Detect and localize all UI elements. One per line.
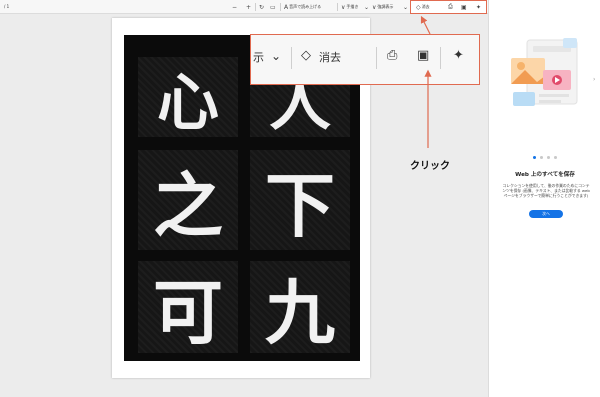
save-icon: ▣ xyxy=(461,3,467,11)
plus-icon: + xyxy=(246,3,252,11)
zoom-in-button[interactable]: + xyxy=(246,3,251,11)
draw-button[interactable]: ∨ 手描き xyxy=(341,3,358,11)
carousel-dot[interactable] xyxy=(554,156,557,159)
sidebar-description: コレクションを使用して、後の作業のためにコンテンツを保存 (画像、テキスト、また… xyxy=(502,183,590,198)
pin-icon[interactable]: ✦ xyxy=(453,48,464,63)
calligraphy-character: 之 xyxy=(138,150,238,250)
zoomed-toolbar-callout: 示 ⌄ ◇ 消去 ⎙ ▣ ✦ xyxy=(250,34,480,85)
highlight-label: 強調表示 xyxy=(377,4,394,9)
read-aloud-icon: A xyxy=(284,3,289,11)
save-button[interactable]: ▣ xyxy=(461,3,467,11)
carousel-dot[interactable] xyxy=(533,156,536,159)
pin-icon: ✦ xyxy=(476,3,482,11)
page-view-icon: ▭ xyxy=(270,3,276,11)
carousel-dot[interactable] xyxy=(540,156,543,159)
minus-icon: − xyxy=(232,3,238,11)
click-annotation-label: クリック xyxy=(410,161,450,172)
chevron-down-icon: ⌄ xyxy=(364,3,370,11)
page-indicator: / 1 xyxy=(4,4,10,9)
zoom-divider xyxy=(440,47,441,69)
draw-label: 手描き xyxy=(346,4,359,9)
carousel-dots xyxy=(533,156,557,159)
eraser-icon[interactable]: ◇ xyxy=(301,48,311,63)
chevron-down-icon: ⌄ xyxy=(403,3,409,11)
calligraphy-character: 可 xyxy=(138,261,238,354)
toolbar-divider xyxy=(337,3,338,11)
print-icon: ⎙ xyxy=(448,3,453,10)
highlight-button[interactable]: ∨ 強調表示 xyxy=(372,3,393,11)
pdf-toolbar: / 1 − + ↻ ▭ A 音声で読み上げる ∨ 手描き ⌄ ∨ 強調表示 ⌄ … xyxy=(0,0,488,14)
calligraphy-character: 下 xyxy=(250,150,350,250)
collections-illustration xyxy=(511,38,578,106)
zoom-out-button[interactable]: − xyxy=(232,3,237,11)
rotate-button[interactable]: ↻ xyxy=(259,3,264,11)
chevron-down-icon[interactable]: ⌄ xyxy=(271,49,281,63)
zoom-erase-label[interactable]: 消去 xyxy=(319,49,341,65)
erase-label: 消去 xyxy=(421,4,430,9)
calligraphy-character: 九 xyxy=(250,261,350,354)
save-icon[interactable]: ▣ xyxy=(417,48,429,63)
read-aloud-label: 音声で読み上げる xyxy=(289,4,322,9)
draw-icon: ∨ xyxy=(341,3,346,11)
collections-sidebar: › Web 上のすべてを保存 コレクションを使用して、後の作業のためにコンテンツ… xyxy=(488,0,600,397)
pin-button[interactable]: ✦ xyxy=(476,3,481,11)
next-button[interactable]: 次へ xyxy=(529,210,563,218)
rotate-icon: ↻ xyxy=(259,3,265,11)
zoom-divider xyxy=(291,47,292,69)
calligraphy-character: 心 xyxy=(138,57,238,139)
page-view-button[interactable]: ▭ xyxy=(270,3,276,11)
print-button[interactable]: ⎙ xyxy=(448,3,453,11)
sidebar-title: Web 上のすべてを保存 xyxy=(515,172,575,178)
print-icon[interactable]: ⎙ xyxy=(387,48,397,63)
toolbar-divider xyxy=(255,3,256,11)
erase-button[interactable]: ◇ 消去 xyxy=(416,3,430,11)
highlight-icon: ∨ xyxy=(372,3,377,11)
eraser-icon: ◇ xyxy=(416,3,421,11)
callout-arrow xyxy=(420,15,431,35)
toolbar-divider xyxy=(280,3,281,11)
zoom-partial-label: 示 xyxy=(253,51,264,64)
zoom-divider xyxy=(376,47,377,69)
highlight-dropdown[interactable]: ⌄ xyxy=(403,3,408,11)
draw-dropdown[interactable]: ⌄ xyxy=(364,3,369,11)
carousel-dot[interactable] xyxy=(547,156,550,159)
read-aloud-button[interactable]: A 音声で読み上げる xyxy=(284,3,321,11)
chevron-right-icon[interactable]: › xyxy=(593,76,595,83)
